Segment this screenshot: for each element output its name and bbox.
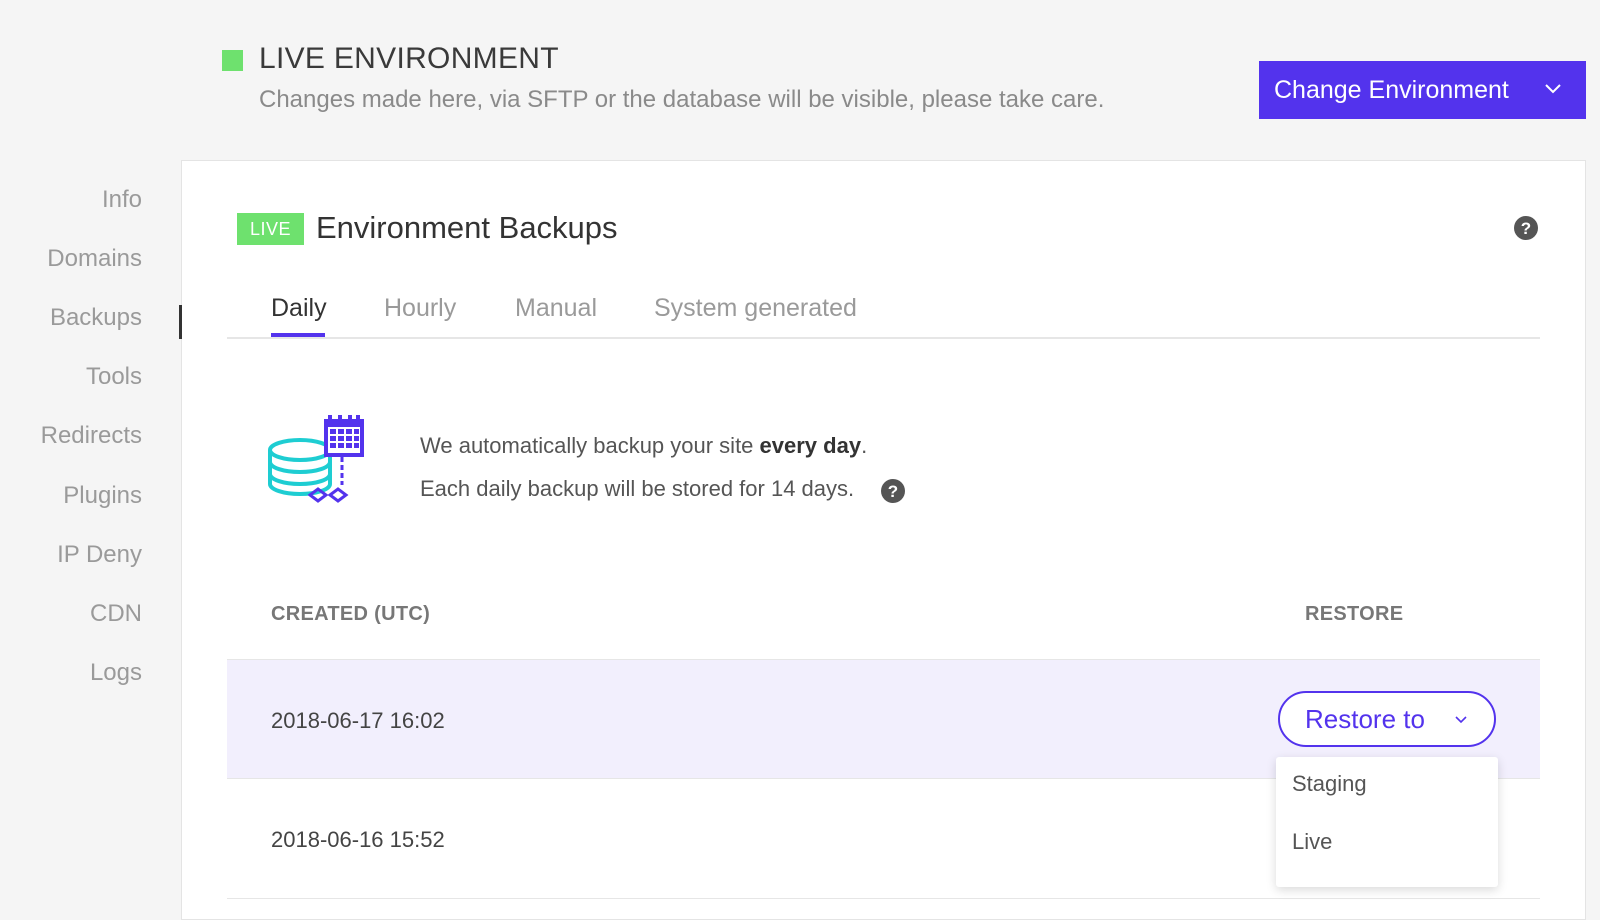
restore-option-staging[interactable]: Staging <box>1292 771 1367 797</box>
backup-date: 2018-06-17 16:02 <box>271 708 445 733</box>
sidebar-item-plugins[interactable]: Plugins <box>63 482 142 510</box>
info-bold: every day <box>759 433 862 458</box>
active-tab-underline <box>271 333 325 337</box>
restore-option-live[interactable]: Live <box>1292 829 1332 855</box>
backup-tabs: Daily Hourly Manual System generated <box>227 290 1540 339</box>
tab-hourly[interactable]: Hourly <box>384 294 456 323</box>
sidebar-item-cdn[interactable]: CDN <box>90 600 142 628</box>
help-icon[interactable]: ? <box>1513 215 1539 241</box>
chevron-down-icon <box>1545 84 1561 94</box>
sidebar-item-ip-deny[interactable]: IP Deny <box>57 541 142 569</box>
database-calendar-icon <box>268 415 364 503</box>
sidebar-item-logs[interactable]: Logs <box>90 659 142 687</box>
restore-to-button[interactable]: Restore to <box>1278 691 1496 747</box>
svg-text:?: ? <box>888 482 898 501</box>
help-icon[interactable]: ? <box>880 478 906 504</box>
backup-frequency-text: We automatically backup your site every … <box>420 433 867 459</box>
svg-text:?: ? <box>1521 219 1531 238</box>
info-prefix: We automatically backup your site <box>420 433 760 458</box>
chevron-down-icon <box>1455 716 1467 724</box>
info-suffix: . <box>861 433 868 458</box>
backup-retention-text: Each daily backup will be stored for 14 … <box>420 476 855 501</box>
sidebar-item-info[interactable]: Info <box>102 186 142 214</box>
environment-subtitle: Changes made here, via SFTP or the datab… <box>259 86 1105 113</box>
live-status-indicator <box>222 50 243 71</box>
tab-system-generated[interactable]: System generated <box>654 294 857 323</box>
column-header-restore: RESTORE <box>1305 603 1404 625</box>
change-environment-button[interactable]: Change Environment <box>1259 61 1586 119</box>
sidebar-item-redirects[interactable]: Redirects <box>41 422 142 450</box>
sidebar-item-domains[interactable]: Domains <box>47 245 142 273</box>
sidebar-active-indicator <box>179 305 182 339</box>
restore-to-label: Restore to <box>1305 703 1425 734</box>
live-badge: LIVE <box>237 213 304 245</box>
tab-daily[interactable]: Daily <box>271 294 327 323</box>
column-header-created: CREATED (UTC) <box>271 603 431 625</box>
environment-title: LIVE ENVIRONMENT <box>259 42 559 75</box>
panel-title: Environment Backups <box>316 210 618 245</box>
sidebar-item-tools[interactable]: Tools <box>86 363 142 391</box>
restore-dropdown-menu: Staging Live <box>1276 757 1498 887</box>
sidebar-item-backups[interactable]: Backups <box>50 304 142 332</box>
tab-manual[interactable]: Manual <box>515 294 597 323</box>
backup-date: 2018-06-16 15:52 <box>271 827 445 852</box>
change-environment-label: Change Environment <box>1274 75 1509 104</box>
